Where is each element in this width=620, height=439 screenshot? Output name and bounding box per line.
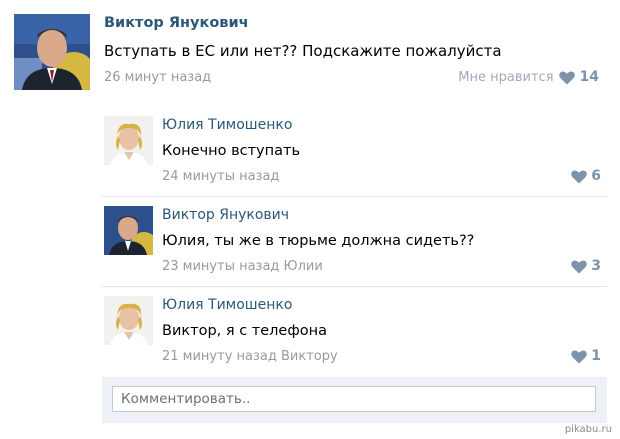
- comment: Юлия Тимошенко Виктор, я с телефона 21 м…: [102, 287, 607, 377]
- watermark: pikabu.ru: [564, 424, 612, 435]
- post-author[interactable]: Виктор Янукович: [104, 15, 249, 31]
- comments-block: Юлия Тимошенко Конечно вступать 24 минут…: [102, 107, 607, 435]
- like-count: 3: [591, 258, 601, 274]
- comment-author[interactable]: Юлия Тимошенко: [162, 117, 292, 133]
- comment-time[interactable]: 24 минуты назад: [162, 169, 279, 184]
- heart-icon: [571, 169, 588, 183]
- post-time[interactable]: 26 минут назад: [104, 70, 211, 85]
- comment-like-button[interactable]: 3: [571, 258, 601, 274]
- like-count: 6: [591, 168, 601, 184]
- comment-text: Юлия, ты же в тюрьме должна сидеть??: [162, 233, 475, 249]
- heart-icon: [571, 349, 588, 363]
- like-count: 14: [579, 69, 599, 85]
- comment-like-button[interactable]: 6: [571, 168, 601, 184]
- heart-icon: [571, 259, 588, 273]
- comment-text: Конечно вступать: [162, 143, 300, 159]
- like-label: Мне нравится: [458, 69, 554, 85]
- comment-author[interactable]: Виктор Янукович: [162, 207, 289, 223]
- comment-like-button[interactable]: 1: [571, 348, 601, 364]
- comment-avatar[interactable]: [104, 206, 153, 255]
- comment-input[interactable]: [112, 386, 596, 412]
- comment-avatar[interactable]: [104, 296, 153, 345]
- comment: Виктор Янукович Юлия, ты же в тюрьме дол…: [102, 197, 607, 287]
- post-avatar[interactable]: [14, 14, 90, 90]
- heart-icon: [558, 70, 575, 84]
- comment-text: Виктор, я с телефона: [162, 323, 327, 339]
- post-text: Вступать в ЕС или нет?? Подскажите пожал…: [104, 42, 502, 60]
- comment-author[interactable]: Юлия Тимошенко: [162, 297, 292, 313]
- comment-time[interactable]: 21 минуту назад Виктору: [162, 349, 338, 364]
- comment-box: [102, 377, 607, 423]
- like-count: 1: [591, 348, 601, 364]
- comment: Юлия Тимошенко Конечно вступать 24 минут…: [102, 107, 607, 197]
- comment-avatar[interactable]: [104, 116, 153, 165]
- comment-time[interactable]: 23 минуты назад Юлии: [162, 259, 323, 274]
- post-like-button[interactable]: Мне нравится 14: [458, 69, 599, 85]
